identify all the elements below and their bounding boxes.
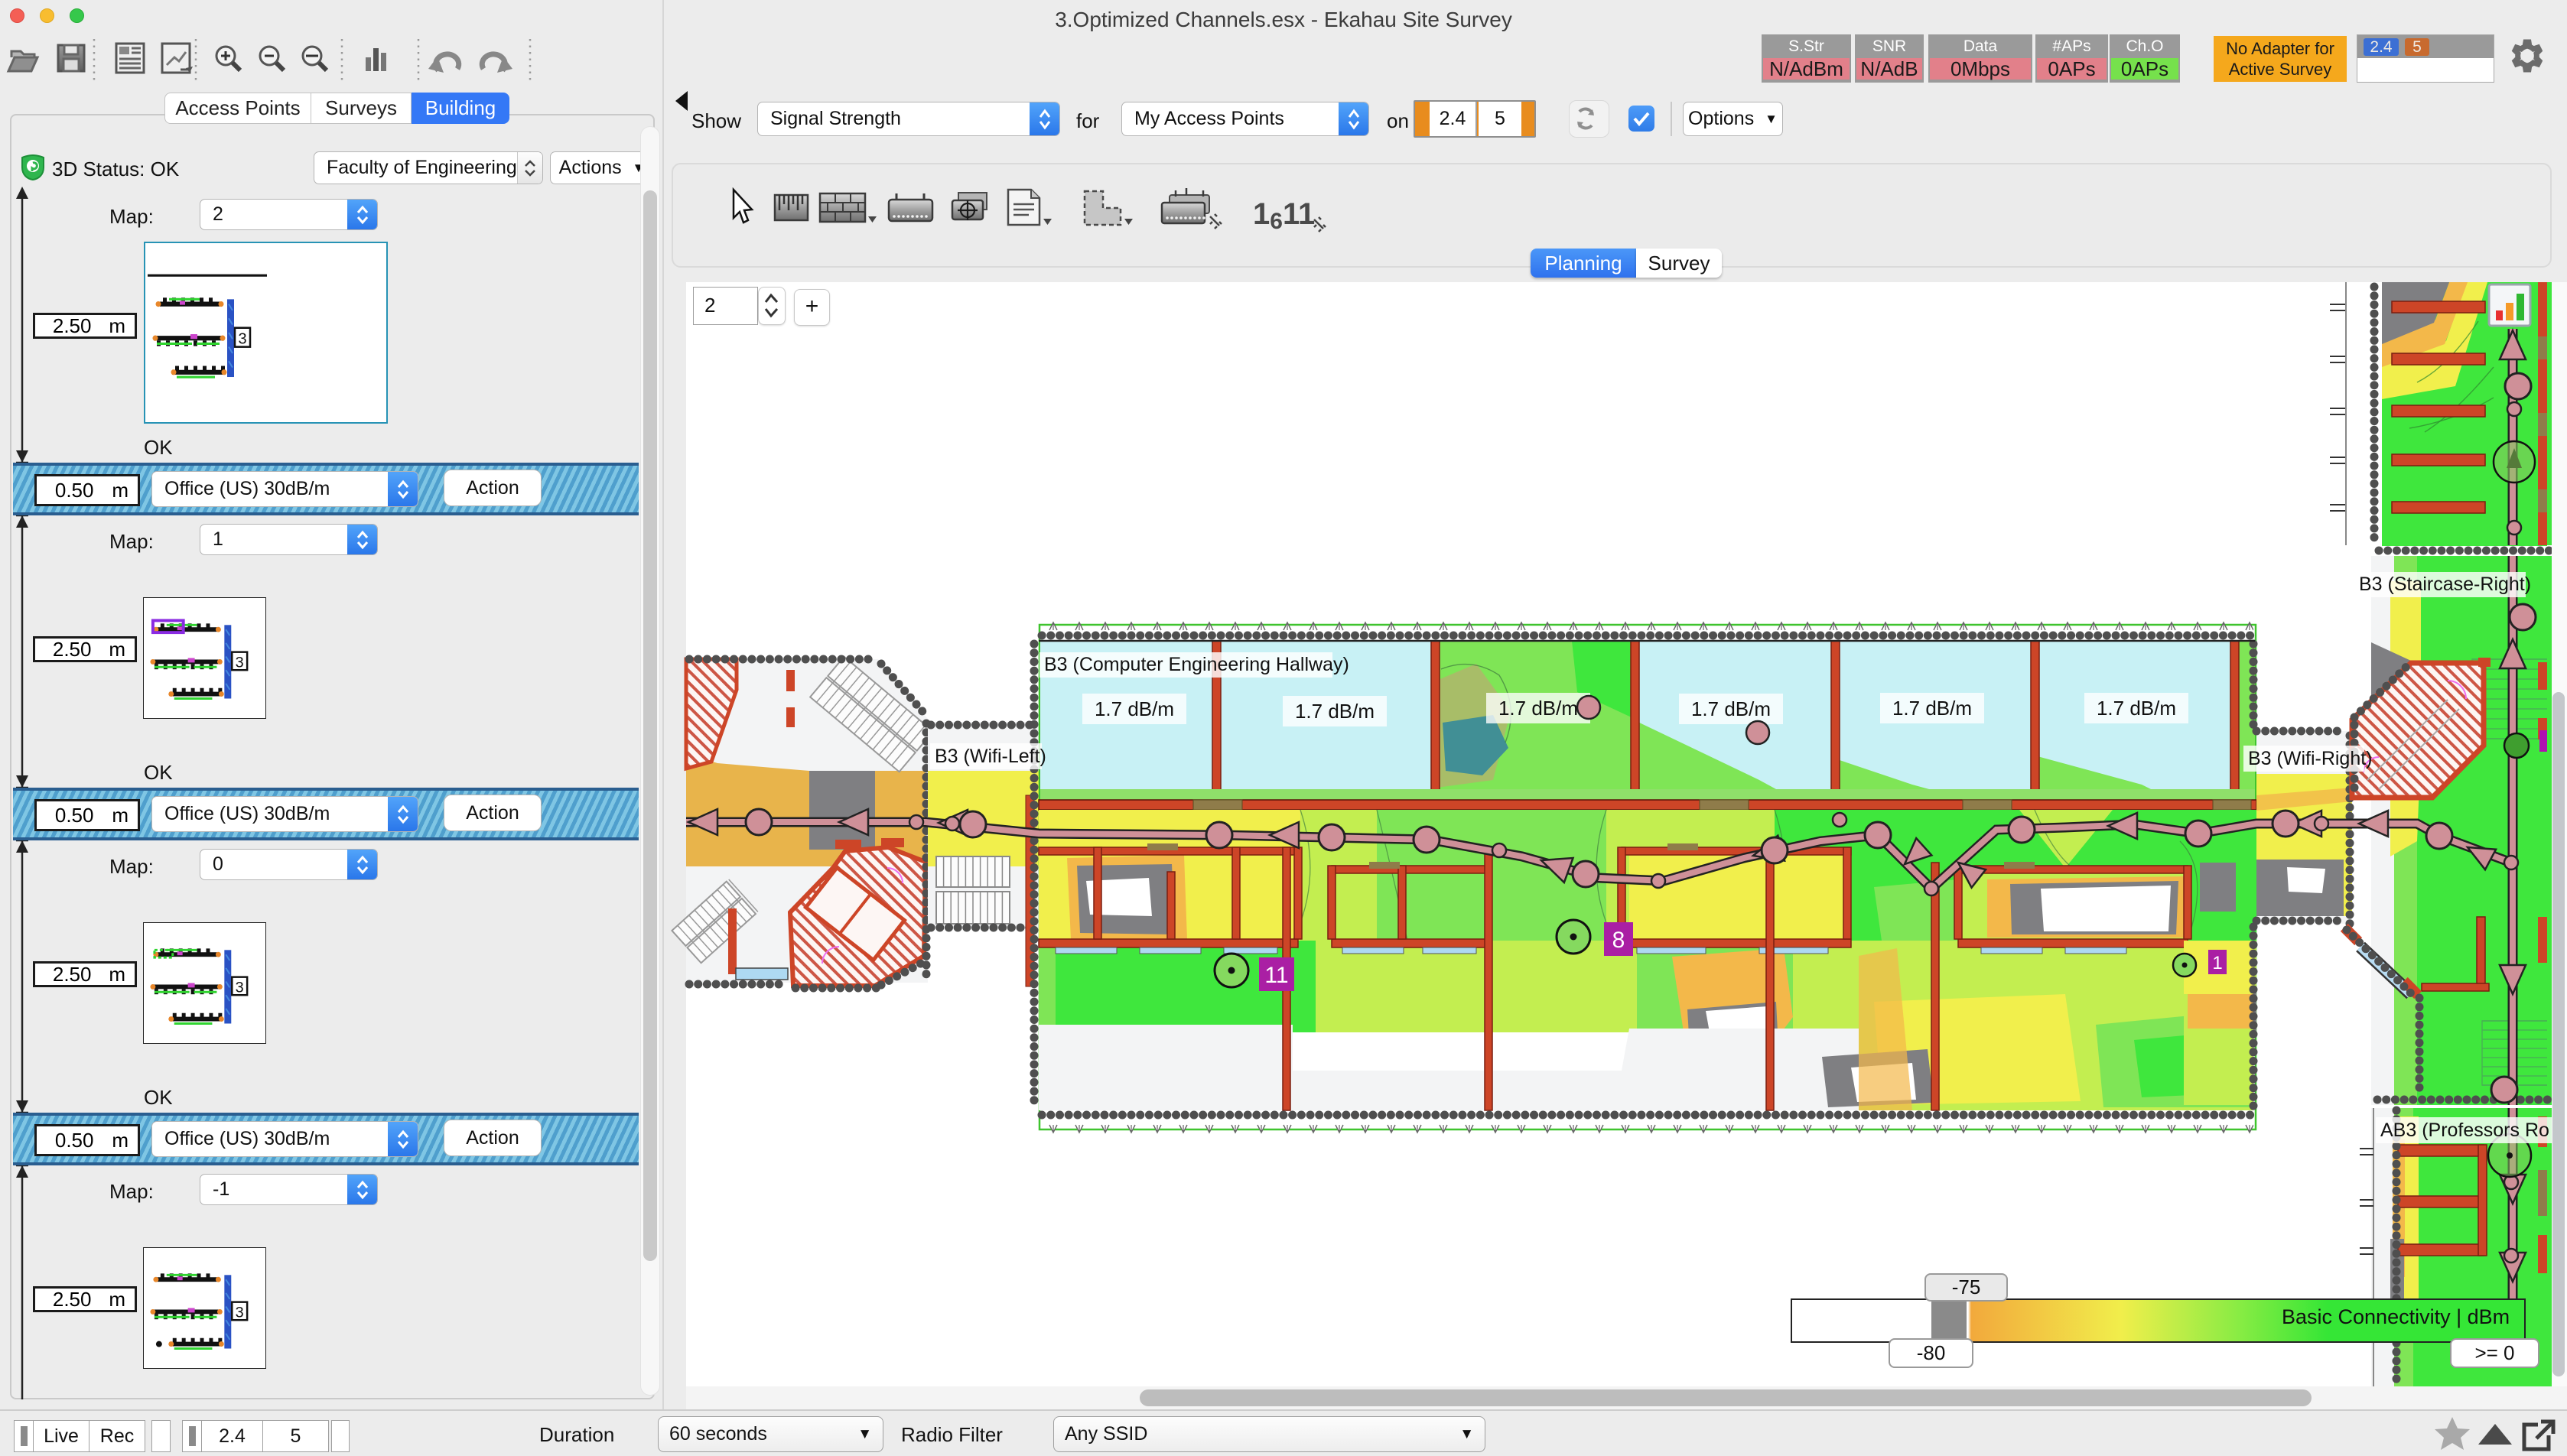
- svg-text:11: 11: [1264, 963, 1288, 988]
- svg-text:AB3 (Professors Ro: AB3 (Professors Ro: [2380, 1120, 2549, 1141]
- svg-text:1.7 dB/m: 1.7 dB/m: [1691, 697, 1771, 720]
- svg-text:8: 8: [1612, 928, 1625, 953]
- svg-text:3: 3: [238, 330, 246, 347]
- svg-text:B3 (Staircase-Right): B3 (Staircase-Right): [2359, 574, 2531, 595]
- svg-text:1611: 1611: [1253, 197, 1315, 234]
- svg-text:1.7 dB/m: 1.7 dB/m: [1095, 697, 1174, 720]
- svg-text:B3 (Wifi-Left): B3 (Wifi-Left): [935, 746, 1046, 767]
- svg-text:B3 (Wifi-Right): B3 (Wifi-Right): [2248, 748, 2373, 769]
- svg-text:3: 3: [236, 979, 244, 996]
- svg-text:1.7 dB/m: 1.7 dB/m: [1498, 697, 1578, 720]
- svg-text:1.7 dB/m: 1.7 dB/m: [2097, 697, 2176, 720]
- svg-text:3: 3: [236, 654, 244, 671]
- svg-text:1: 1: [2212, 953, 2222, 973]
- svg-text:B3 (Computer Engineering Hallw: B3 (Computer Engineering Hallway): [1044, 654, 1349, 675]
- svg-text:3: 3: [236, 1304, 244, 1321]
- svg-text:1.7 dB/m: 1.7 dB/m: [1892, 697, 1972, 720]
- svg-text:1.7 dB/m: 1.7 dB/m: [1295, 700, 1375, 723]
